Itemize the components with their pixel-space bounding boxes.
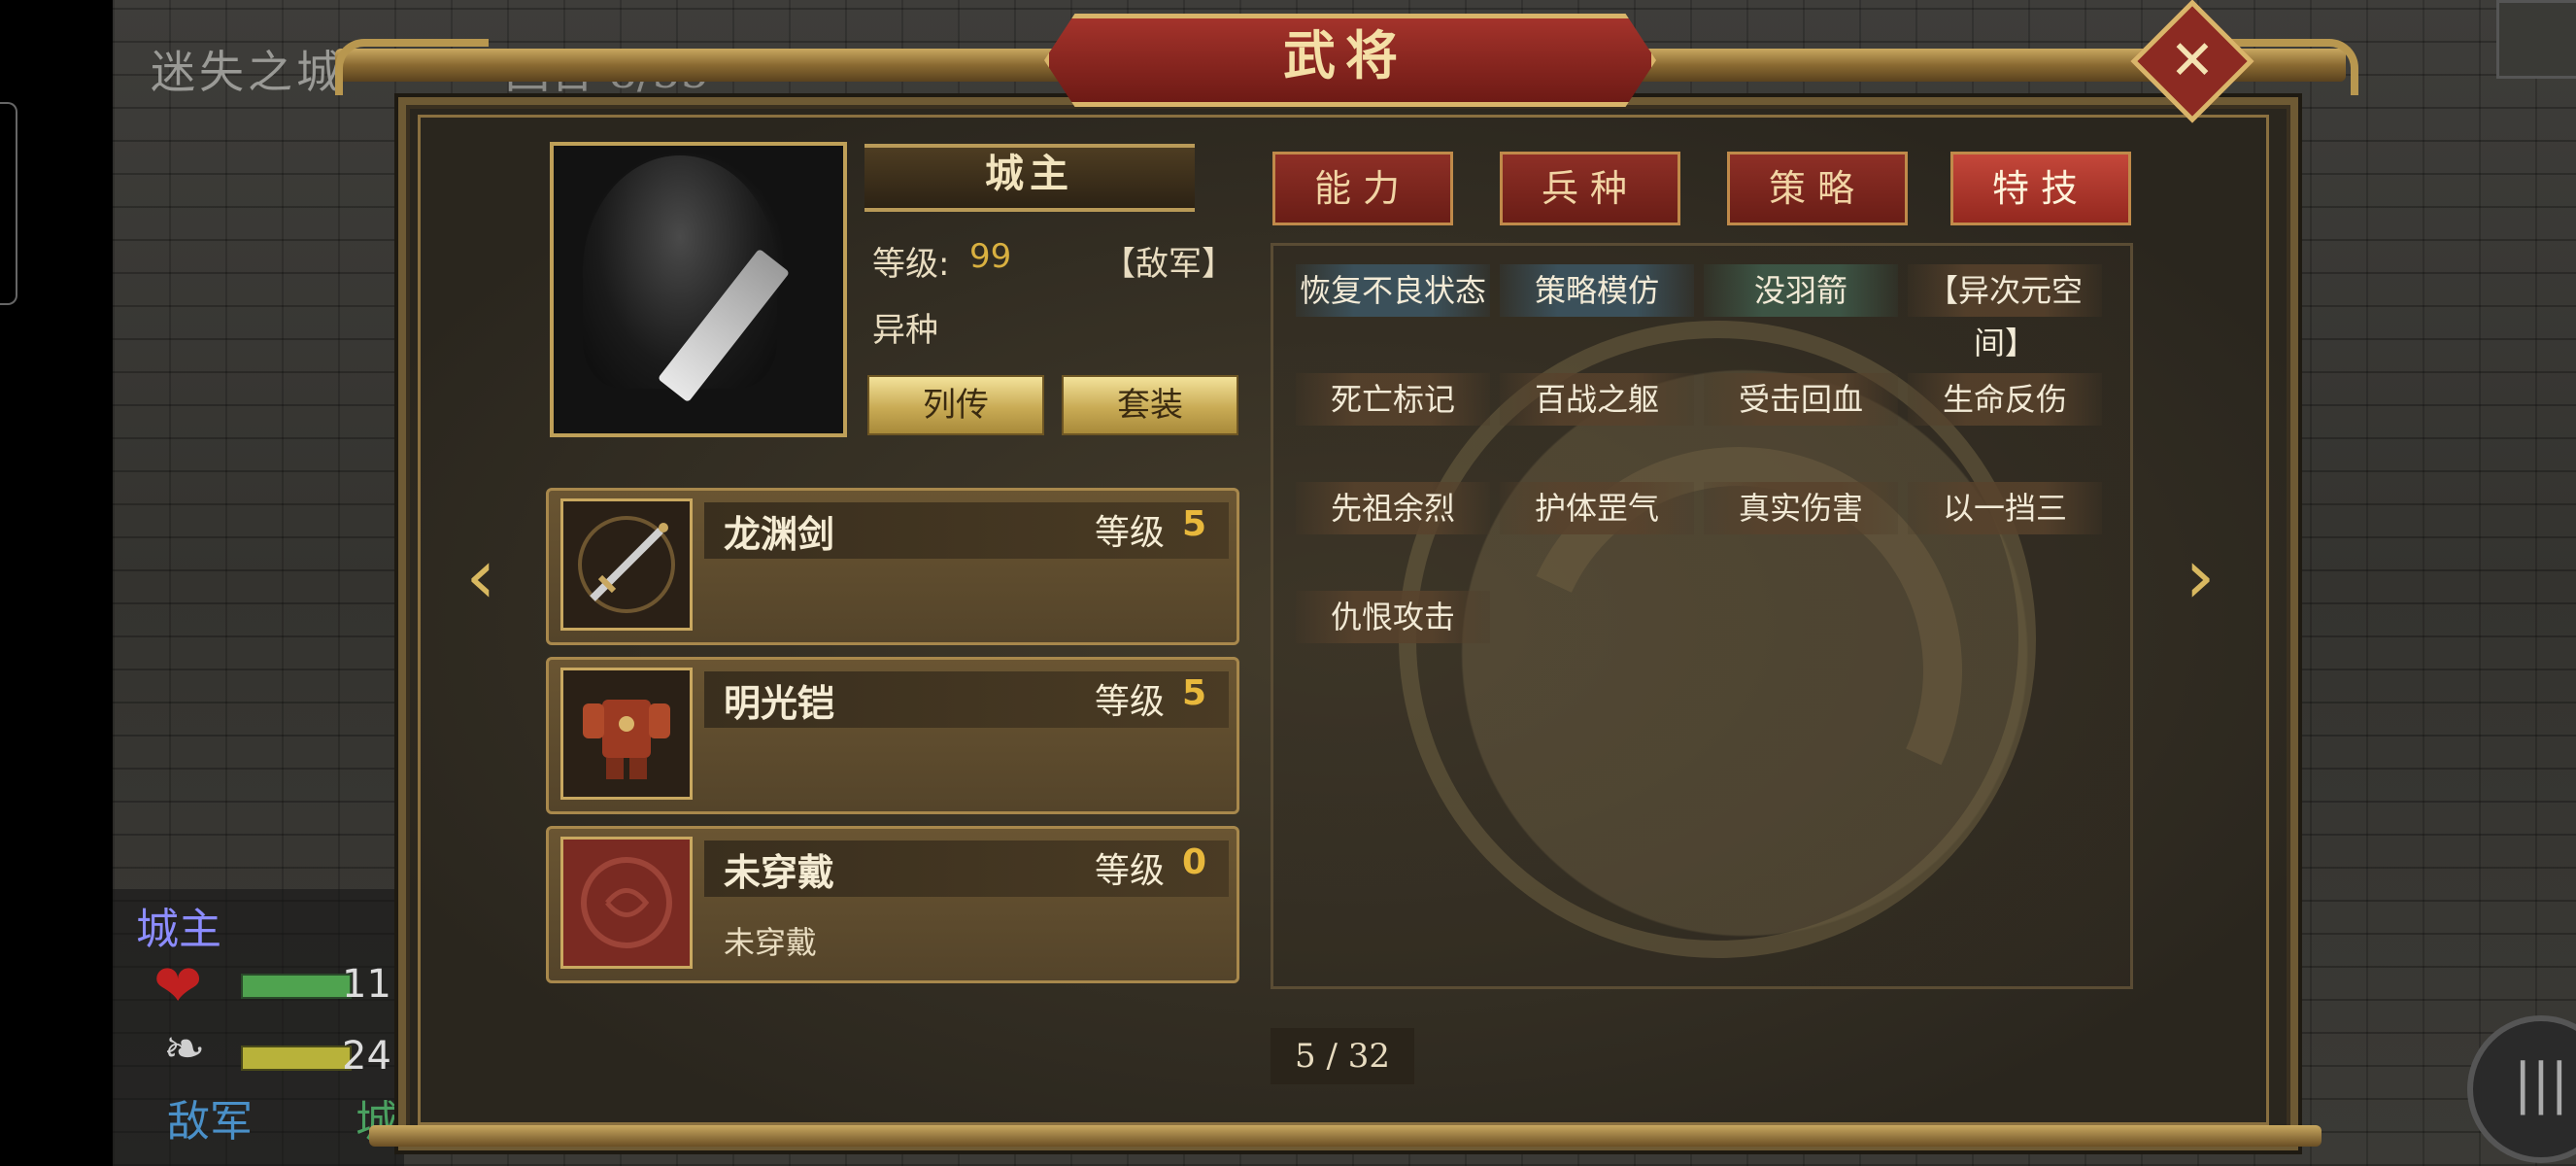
hero-faction: 【敌军】: [1102, 245, 1235, 284]
close-icon[interactable]: ✕: [2149, 17, 2236, 105]
equipment-slot-empty[interactable]: 未穿戴 等级 0 未穿戴: [546, 826, 1239, 983]
skill-item[interactable]: 先祖余烈: [1296, 482, 1490, 534]
equipment-set-button[interactable]: 套装: [1062, 375, 1238, 435]
hero-level-value: 99: [969, 237, 1012, 276]
next-hero-arrow-icon[interactable]: ›: [2168, 539, 2232, 615]
equipment-name: 明光铠: [724, 682, 835, 725]
tab-skills[interactable]: 特技: [1950, 152, 2131, 225]
equipment-level-label: 等级: [1095, 851, 1166, 891]
mp-bar: [241, 1046, 352, 1071]
hp-bar: [241, 974, 352, 999]
equipment-level-label: 等级: [1095, 682, 1166, 722]
dialog-bottom-frame: [369, 1125, 2322, 1147]
skill-item[interactable]: 受击回血: [1704, 373, 1898, 426]
equipment-level-value: 5: [1182, 673, 1207, 713]
hud-unit-name: 城主: [136, 905, 221, 954]
hp-value: 11: [342, 962, 391, 1007]
edge-handle[interactable]: [0, 102, 17, 305]
tab-ability[interactable]: 能力: [1272, 152, 1453, 225]
skill-item[interactable]: 真实伤害: [1704, 482, 1898, 534]
skill-item[interactable]: 百战之躯: [1500, 373, 1694, 426]
biography-button[interactable]: 列传: [867, 375, 1044, 435]
tab-troops[interactable]: 兵种: [1500, 152, 1680, 225]
heart-icon: ❤: [153, 952, 203, 1020]
hud-side-enemy: 敌军: [167, 1097, 253, 1147]
frame-ornament-left: [335, 39, 489, 95]
equipment-name: 未穿戴: [724, 851, 835, 894]
equipment-level-label: 等级: [1095, 513, 1166, 553]
previous-hero-arrow-icon[interactable]: ‹: [449, 539, 513, 615]
skill-item[interactable]: 生命反伤: [1908, 373, 2102, 426]
map-title: 迷失之城: [151, 46, 345, 98]
map-corner-icon[interactable]: [2496, 0, 2576, 79]
equipment-description: 未穿戴: [724, 924, 818, 961]
feather-icon: ❧: [163, 1020, 206, 1079]
sword-icon: [560, 498, 693, 631]
armor-icon: [560, 668, 693, 800]
mp-value: 24: [342, 1034, 391, 1079]
equipment-level-value: 0: [1182, 842, 1207, 882]
hero-name: 城主: [985, 151, 1074, 196]
equipment-slot-weapon[interactable]: 龙渊剑 等级 5: [546, 488, 1239, 645]
tab-strategy[interactable]: 策略: [1727, 152, 1908, 225]
skill-item[interactable]: 仇恨攻击: [1296, 591, 1490, 643]
equipment-level-value: 5: [1182, 504, 1207, 544]
skill-item[interactable]: 【异次元空间】: [1908, 264, 2102, 361]
dialog-title: 武将: [1283, 24, 1407, 86]
skill-item[interactable]: 策略模仿: [1500, 264, 1694, 317]
equipment-slot-armor[interactable]: 明光铠 等级 5: [546, 657, 1239, 814]
hero-level-label: 等级:: [872, 245, 950, 284]
skill-item[interactable]: 恢复不良状态: [1296, 264, 1490, 317]
skill-item[interactable]: 没羽箭: [1704, 264, 1898, 317]
empty-slot-icon: [560, 837, 693, 969]
hero-race: 异种: [872, 311, 938, 350]
page-counter: 5 / 32: [1271, 1028, 1414, 1084]
equipment-name: 龙渊剑: [724, 513, 835, 556]
skill-item[interactable]: 护体罡气: [1500, 482, 1694, 534]
skill-item[interactable]: 以一挡三: [1908, 482, 2102, 534]
skill-item[interactable]: 死亡标记: [1296, 373, 1490, 426]
